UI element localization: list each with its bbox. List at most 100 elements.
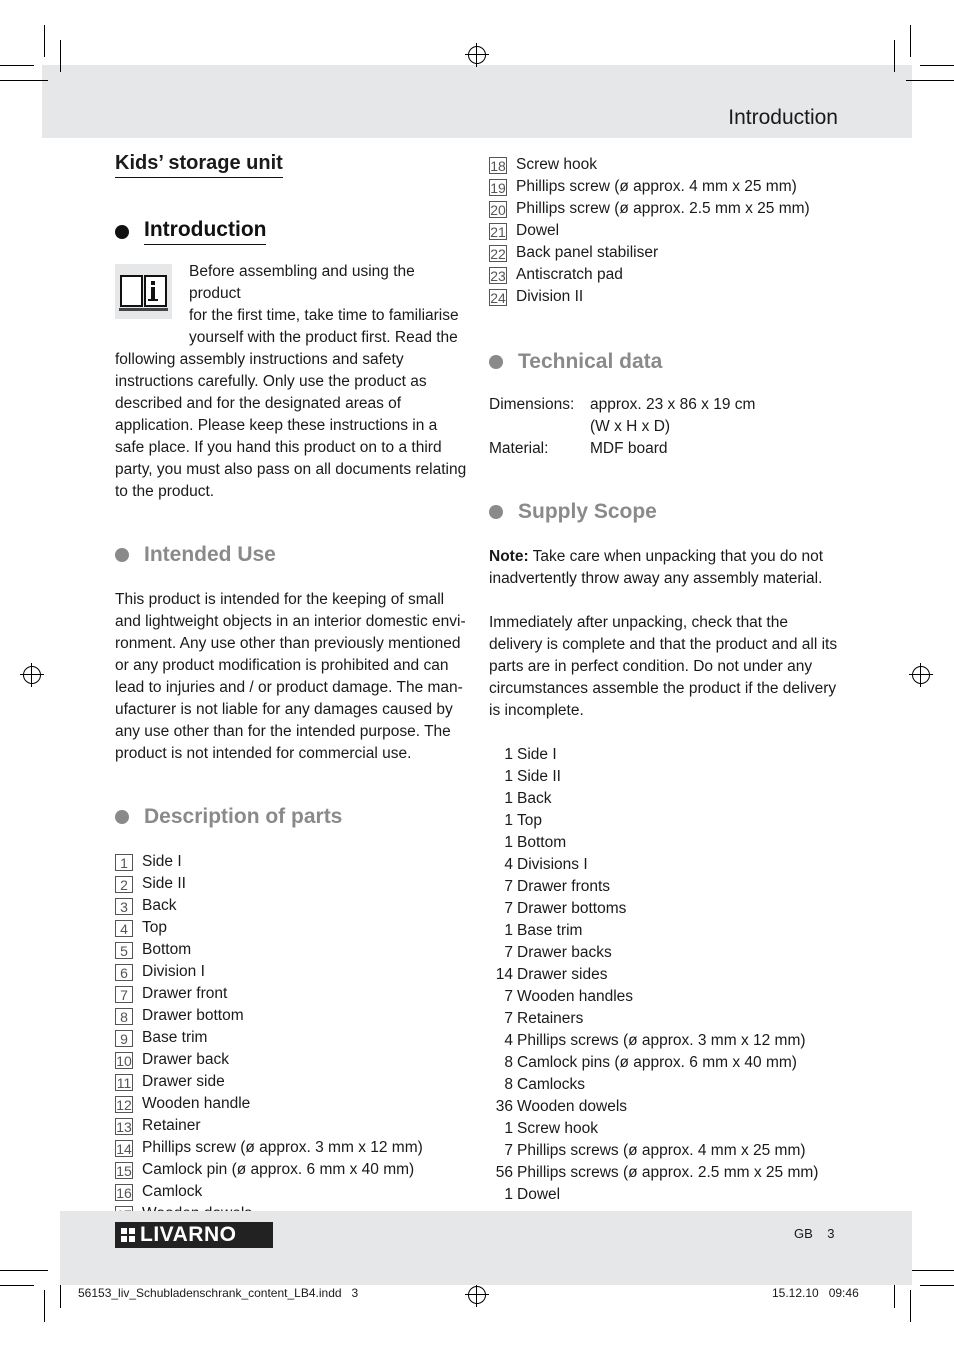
introduction-text: following assembly instructions and safe… [115,351,467,500]
item-label: Antiscratch pad [516,266,623,283]
item-label: Retainer [142,1117,201,1134]
quantity: 1 [504,1186,513,1203]
part-number: 6 [115,963,133,981]
intended-use-heading: Intended Use [115,543,467,567]
parts-list: 1 Side I 2 Side II 3 Back 4 Top 5 Bottom 6 Division… [115,851,467,1225]
item-label: Phillips screw (ø approx. 4 mm x 25 mm) [516,178,797,195]
item-label: Wooden dowels [517,1098,628,1115]
quantity: 1 [504,1120,513,1137]
supply-item: 8 Camlocks [489,1074,841,1096]
item-label: Phillips screws (ø approx. 4 mm x 25 mm) [517,1142,806,1159]
supply-item: 4 Divisions I [489,854,841,876]
item-label: Dowel [516,222,560,239]
quantity: 1 [504,834,513,851]
part-item: 3 Back [115,895,467,917]
item-label: Retainers [517,1010,584,1027]
part-number: 5 [115,941,133,959]
item-label: Bottom [517,834,567,851]
part-item: 7 Drawer front [115,983,467,1005]
item-label: Back [142,897,177,914]
item-label: Camlocks [517,1076,586,1093]
supply-item: 7 Drawer bottoms [489,898,841,920]
technical-data-heading: Technical data [489,350,841,374]
supply-item: 14 Drawer sides [489,964,841,986]
item-label: Side II [517,768,561,785]
print-timestamp: 15.12.10 09:46 [772,1286,859,1300]
item-label: Screw hook [516,156,597,173]
supply-note: Note: Take care when unpacking that you … [489,548,824,587]
part-number: 14 [115,1139,133,1157]
part-item: 6 Division I [115,961,467,983]
part-item: 4 Top [115,917,467,939]
quantity: 14 [495,966,513,983]
supply-text: Immediately after unpacking, check that … [489,614,838,719]
part-item: 10 Drawer back [115,1049,467,1071]
supply-item: 56 Phillips screws (ø approx. 2.5 mm x 25… [489,1162,841,1184]
part-item: 20 Phillips screw (ø approx. 2.5 mm x 25 … [489,198,841,220]
quantity: 7 [504,1142,513,1159]
part-number: 10 [115,1051,133,1069]
part-number: 9 [115,1029,133,1047]
item-label: Drawer sides [517,966,608,983]
supply-item: 1 Base trim [489,920,841,942]
quantity: 36 [495,1098,513,1115]
part-number: 16 [115,1183,133,1201]
item-label: Drawer back [142,1051,229,1068]
part-item: 8 Drawer bottom [115,1005,467,1027]
quantity: 4 [504,1032,513,1049]
part-item: 14 Phillips screw (ø approx. 3 mm x 12 mm… [115,1137,467,1159]
item-label: Base trim [517,922,583,939]
supply-item: 1 Dowel [489,1184,841,1206]
info-book-icon [115,264,172,319]
item-label: Drawer bottoms [517,900,627,917]
supply-item: 7 Drawer backs [489,942,841,964]
quantity: 7 [504,878,513,895]
supply-item: 1 Side II [489,766,841,788]
item-label: Side I [142,853,182,870]
quantity: 7 [504,988,513,1005]
item-label: Camlock [142,1183,203,1200]
registration-mark-icon [20,663,44,687]
part-number: 22 [489,244,507,262]
item-label: Wooden handle [142,1095,251,1112]
quantity: 7 [504,900,513,917]
part-item: 21 Dowel [489,220,841,242]
item-label: Phillips screws (ø approx. 2.5 mm x 25 m… [517,1164,819,1181]
item-label: Drawer front [142,985,228,1002]
livarno-logo: LIVARNO [115,1222,273,1248]
part-number: 18 [489,156,507,174]
manual-page: Introduction Kids’ storage unit Introduc… [0,0,954,1350]
supply-item: 7 Wooden handles [489,986,841,1008]
part-number: 3 [115,897,133,915]
item-label: Top [517,812,542,829]
intended-use-text: This product is intended for the keeping… [115,591,466,762]
registration-mark-icon [465,1283,489,1307]
item-label: Side I [517,746,557,763]
supply-item: 4 Phillips screws (ø approx. 3 mm x 12 mm… [489,1030,841,1052]
part-number: 2 [115,875,133,893]
section-title: Introduction [728,106,838,129]
part-number: 15 [115,1161,133,1179]
supply-item: 7 Retainers [489,1008,841,1030]
part-number: 24 [489,288,507,306]
part-number: 12 [115,1095,133,1113]
part-number: 13 [115,1117,133,1135]
item-label: Screw hook [517,1120,598,1137]
part-item: 2 Side II [115,873,467,895]
item-label: Phillips screw (ø approx. 3 mm x 12 mm) [142,1139,423,1156]
supply-scope-heading: Supply Scope [489,500,841,524]
part-item: 13 Retainer [115,1115,467,1137]
item-label: Top [142,919,167,936]
supply-item: 36 Wooden dowels [489,1096,841,1118]
part-item: 24 Division II [489,286,841,308]
supply-item: 1 Side I [489,744,841,766]
introduction-heading: Introduction [115,218,467,245]
item-label: Divisions I [517,856,588,873]
part-item: 12 Wooden handle [115,1093,467,1115]
page-number: GB 3 [794,1226,835,1241]
item-label: Division I [142,963,205,980]
file-slug: 56153_liv_Schubladenschrank_content_LB4.… [78,1286,359,1300]
part-number: 21 [489,222,507,240]
item-label: Dowel [517,1186,561,1203]
item-label: Base trim [142,1029,208,1046]
